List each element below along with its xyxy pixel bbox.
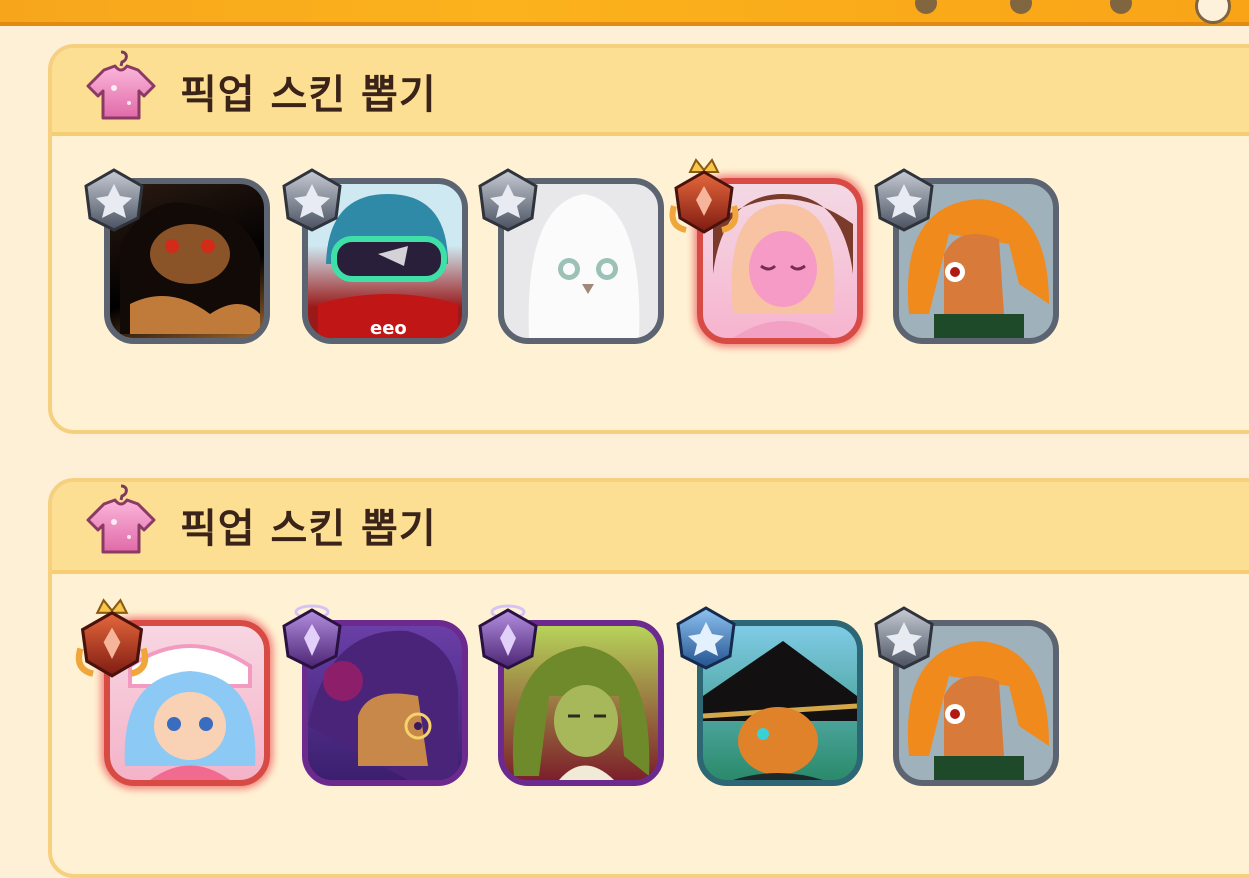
- top-icon: [1110, 0, 1132, 14]
- silver-gem-icon: [478, 168, 538, 232]
- purple-halo-gem-icon: [478, 604, 538, 670]
- svg-text:eeo: eeo: [370, 318, 407, 338]
- top-banner: [0, 0, 1249, 26]
- top-icon: [915, 0, 937, 14]
- purple-halo-gem-icon: [282, 604, 342, 670]
- silver-gem-icon: [282, 168, 342, 232]
- silver-gem-icon: [874, 606, 934, 670]
- silver-gem-icon: [84, 168, 144, 232]
- panel-header: 픽업 스킨 뽑기: [52, 48, 1249, 136]
- red-crown-gem-icon: [75, 598, 149, 678]
- shirt-icon: [86, 50, 156, 120]
- red-crown-gem-icon: [669, 158, 739, 234]
- blue-gem-icon: [676, 606, 736, 670]
- shirt-icon: [86, 484, 156, 554]
- top-button-icon[interactable]: [1195, 0, 1231, 24]
- panel-title: 픽업 스킨 뽑기: [180, 506, 437, 552]
- top-icon: [1010, 0, 1032, 14]
- panel-header: 픽업 스킨 뽑기: [52, 482, 1249, 574]
- panel-title: 픽업 스킨 뽑기: [180, 72, 437, 118]
- silver-gem-icon: [874, 168, 934, 232]
